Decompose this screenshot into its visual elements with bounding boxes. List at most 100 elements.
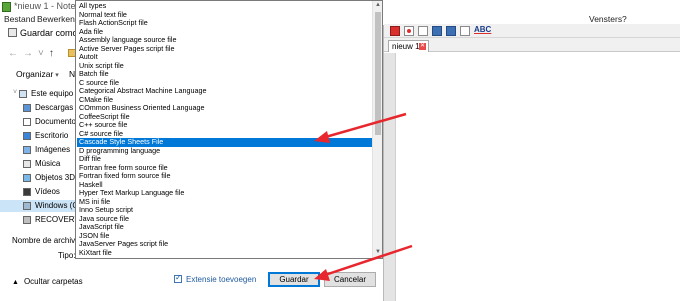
add-extension-label: Extensie toevoegen xyxy=(186,275,257,284)
up-arrow-icon[interactable]: ↑ xyxy=(49,48,59,59)
file-type-option[interactable]: MS ini file xyxy=(77,198,372,207)
file-type-option[interactable]: JSON file xyxy=(77,232,372,241)
dialog-title: Guardar como xyxy=(8,28,78,38)
pictures-folder-icon xyxy=(23,146,31,154)
nav-item-videos[interactable]: Vídeos xyxy=(0,186,76,198)
file-type-option[interactable]: All types xyxy=(77,2,372,11)
scroll-down-arrow-icon[interactable]: ▼ xyxy=(373,248,382,257)
checkbox-checked-icon[interactable] xyxy=(174,273,182,283)
download-folder-icon xyxy=(23,104,31,112)
documents-folder-icon xyxy=(23,118,31,126)
nav-item-escritorio[interactable]: Escritorio xyxy=(0,130,76,142)
save-macro-icon[interactable] xyxy=(446,26,456,36)
drive-icon xyxy=(23,216,31,224)
file-type-option[interactable]: Fortran fixed form source file xyxy=(77,172,372,181)
file-type-option[interactable]: CoffeeScript file xyxy=(77,113,372,122)
menu-bewerken[interactable]: Bewerken xyxy=(37,14,75,24)
record-macro-icon[interactable] xyxy=(390,26,400,36)
notepad-toolbar: ABC xyxy=(384,24,680,38)
tab-nieuw-1[interactable]: nieuw 1 ✕ xyxy=(388,40,429,52)
nav-item-objetos-3d[interactable]: Objetos 3D xyxy=(0,172,76,184)
file-type-option[interactable]: Hyper Text Markup Language file xyxy=(77,189,372,198)
hide-folders-toggle[interactable]: ▲ Ocultar carpetas xyxy=(12,277,83,286)
file-type-option[interactable]: Assembly language source file xyxy=(77,36,372,45)
file-type-option[interactable]: Active Server Pages script file xyxy=(77,45,372,54)
file-type-option[interactable]: D programming language xyxy=(77,147,372,156)
drive-icon xyxy=(23,202,31,210)
menu-help[interactable]: ? xyxy=(622,14,627,24)
nav-item-label: Objetos 3D xyxy=(35,173,76,182)
nav-item-label: Escritorio xyxy=(35,131,69,140)
tab-label: nieuw 1 xyxy=(392,42,420,51)
caret-up-icon: ▲ xyxy=(12,279,19,286)
stop-macro-icon[interactable] xyxy=(404,26,414,36)
hide-folders-label: Ocultar carpetas xyxy=(23,277,83,286)
filetype-label: Tipo: xyxy=(58,251,76,260)
file-type-option[interactable]: CMake file xyxy=(77,96,372,105)
file-type-option[interactable]: Inno Setup script xyxy=(77,206,372,215)
recent-chevron-icon[interactable]: ˅ xyxy=(38,48,49,59)
nav-item-label: Imágenes xyxy=(35,145,71,154)
videos-folder-icon xyxy=(23,188,31,196)
tab-close-icon[interactable]: ✕ xyxy=(419,43,426,50)
nav-item-label: Música xyxy=(35,159,61,168)
play-macro-icon[interactable] xyxy=(418,26,428,36)
file-type-option[interactable]: AutoIt xyxy=(77,53,372,62)
dialog-title-text: Guardar como xyxy=(20,28,78,38)
organize-menu[interactable]: Organizar xyxy=(16,69,59,79)
nav-item-descargas[interactable]: Descargas xyxy=(0,102,76,114)
file-type-option[interactable]: JavaServer Pages script file xyxy=(77,240,372,249)
cancel-button[interactable]: Cancelar xyxy=(324,272,376,287)
file-type-option[interactable]: Flash ActionScript file xyxy=(77,19,372,28)
file-type-option[interactable]: Haskell xyxy=(77,181,372,190)
file-type-option[interactable]: C# source file xyxy=(77,130,372,139)
nav-item-label: Vídeos xyxy=(35,187,60,196)
nav-item-label: Descargas xyxy=(35,103,74,112)
run-icon[interactable] xyxy=(460,26,470,36)
file-type-option[interactable]: Ada file xyxy=(77,28,372,37)
run-macro-multiple-icon[interactable] xyxy=(432,26,442,36)
desktop-folder-icon xyxy=(23,132,31,140)
menu-vensters[interactable]: Vensters xyxy=(589,14,622,24)
save-button[interactable]: Guardar xyxy=(268,272,320,287)
scroll-up-arrow-icon[interactable]: ▲ xyxy=(373,1,382,10)
file-type-option[interactable]: Unix script file xyxy=(77,62,372,71)
nav-item-este-equipo[interactable]: ˅ Este equipo xyxy=(0,88,76,100)
nav-item-imagenes[interactable]: Imágenes xyxy=(0,144,76,156)
expand-chevron-icon[interactable]: ˅ xyxy=(13,89,17,96)
file-type-option[interactable]: Java source file xyxy=(77,215,372,224)
nav-item-documentos[interactable]: Documentos xyxy=(0,116,76,128)
forward-arrow-icon[interactable]: → xyxy=(23,48,38,59)
file-type-option[interactable]: JavaScript file xyxy=(77,223,372,232)
dialog-nav-buttons: ←→˅↑ xyxy=(8,48,59,59)
file-type-option[interactable]: Fortran free form source file xyxy=(77,164,372,173)
file-type-option[interactable]: Normal text file xyxy=(77,11,372,20)
spellcheck-icon[interactable]: ABC xyxy=(474,25,491,34)
file-type-option[interactable]: Diff file xyxy=(77,155,372,164)
nav-item-windows-c[interactable]: Windows (C:) xyxy=(0,200,76,212)
notepad-small-icon xyxy=(8,28,17,37)
nav-item-label: RECOVERY (D:) xyxy=(35,215,76,224)
add-extension-checkbox[interactable]: Extensie toevoegen xyxy=(174,273,257,284)
file-type-option[interactable]: C++ source file xyxy=(77,121,372,130)
navigation-pane: ˅ Este equipo Descargas Documentos Escri… xyxy=(0,85,76,235)
file-type-option[interactable]: Categorical Abstract Machine Language xyxy=(77,87,372,96)
notepad-editor[interactable] xyxy=(384,53,680,301)
file-type-option[interactable]: COmmon Business Oriented Language xyxy=(77,104,372,113)
back-arrow-icon[interactable]: ← xyxy=(8,48,23,59)
scrollbar-thumb[interactable] xyxy=(375,12,381,135)
nav-item-recovery-d[interactable]: RECOVERY (D:) xyxy=(0,214,76,226)
nav-item-label: Windows (C:) xyxy=(35,201,76,210)
notepad-app-icon xyxy=(2,2,11,12)
notepad-tab-bar: nieuw 1 ✕ xyxy=(384,38,680,52)
nav-item-musica[interactable]: Música xyxy=(0,158,76,170)
file-type-option[interactable]: KiXtart file xyxy=(77,249,372,258)
file-type-option[interactable]: Batch file xyxy=(77,70,372,79)
file-type-option[interactable]: C source file xyxy=(77,79,372,88)
music-folder-icon xyxy=(23,160,31,168)
dropdown-scrollbar[interactable]: ▲ ▼ xyxy=(372,1,382,258)
menu-bestand[interactable]: Bestand xyxy=(4,14,35,24)
file-type-dropdown-list[interactable]: All types Normal text file Flash ActionScr… xyxy=(75,0,383,259)
3d-objects-folder-icon xyxy=(23,174,31,182)
file-type-option[interactable]: Cascade Style Sheets File xyxy=(77,138,372,147)
